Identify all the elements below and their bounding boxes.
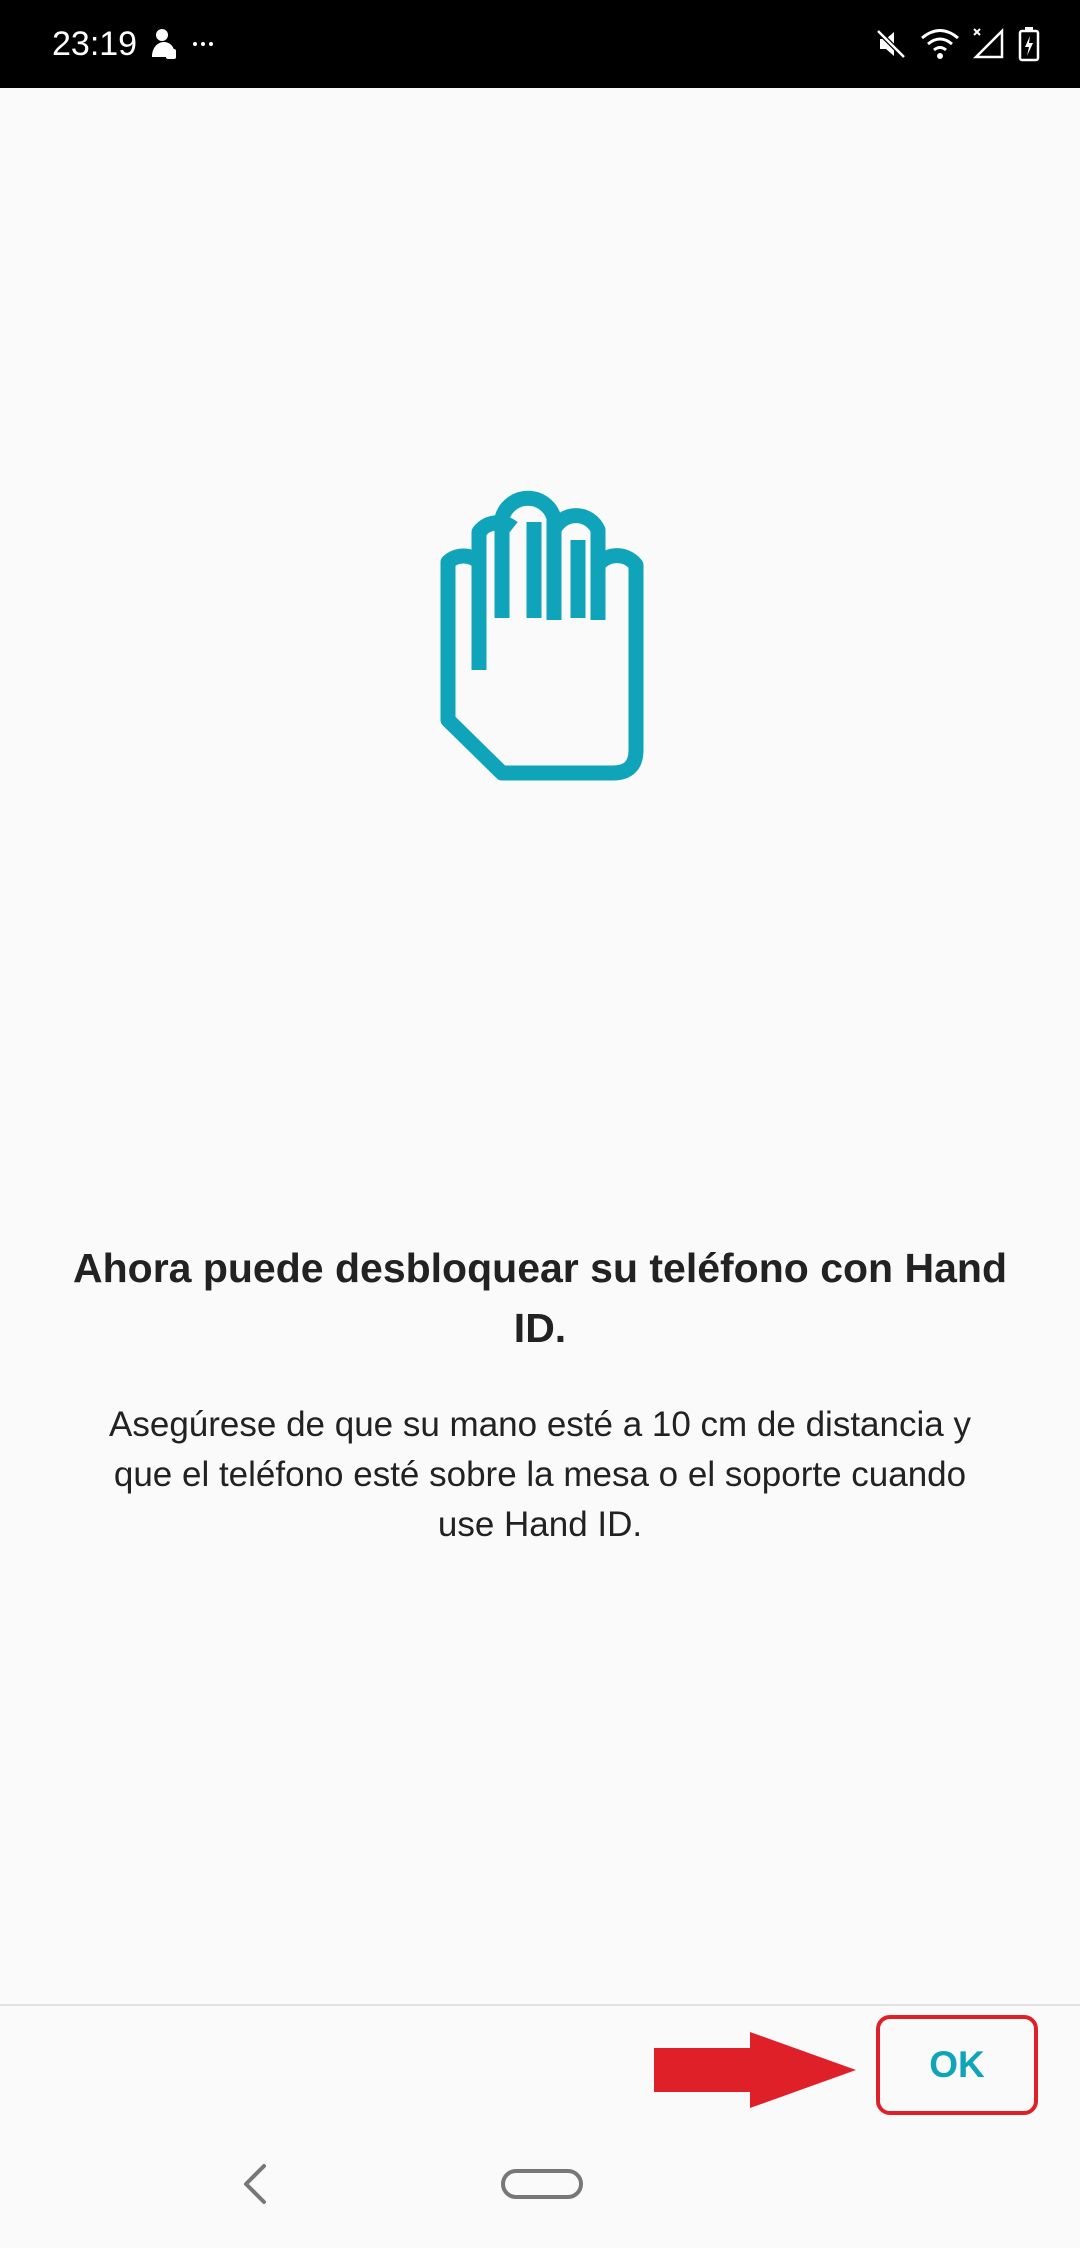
status-time: 23:19 — [52, 25, 138, 63]
hand-icon — [430, 470, 650, 790]
navigation-bar — [0, 2120, 1080, 2248]
screen: 23:19 Ahora puede desbloquear su teléfon… — [0, 0, 1080, 2248]
status-left-icons — [148, 22, 214, 66]
notification-person-icon — [148, 27, 178, 61]
ok-button[interactable]: OK — [876, 2015, 1038, 2115]
more-dots-icon — [192, 40, 214, 48]
battery-charging-icon — [1018, 26, 1040, 62]
status-right-icons — [874, 20, 1040, 68]
page-description: Asegúrese de que su mano esté a 10 cm de… — [109, 1405, 971, 1544]
wifi-icon — [920, 27, 960, 61]
mute-icon — [874, 27, 908, 61]
footer-divider — [0, 2004, 1080, 2006]
back-icon[interactable] — [232, 2160, 280, 2208]
page-title: Ahora puede desbloquear su teléfono con … — [73, 1245, 1007, 1351]
arrow-annotation-icon — [652, 2030, 862, 2110]
signal-icon — [972, 27, 1006, 61]
home-icon[interactable] — [500, 2168, 584, 2200]
status-bar: 23:19 — [0, 0, 1080, 88]
ok-button-label: OK — [929, 2044, 985, 2085]
